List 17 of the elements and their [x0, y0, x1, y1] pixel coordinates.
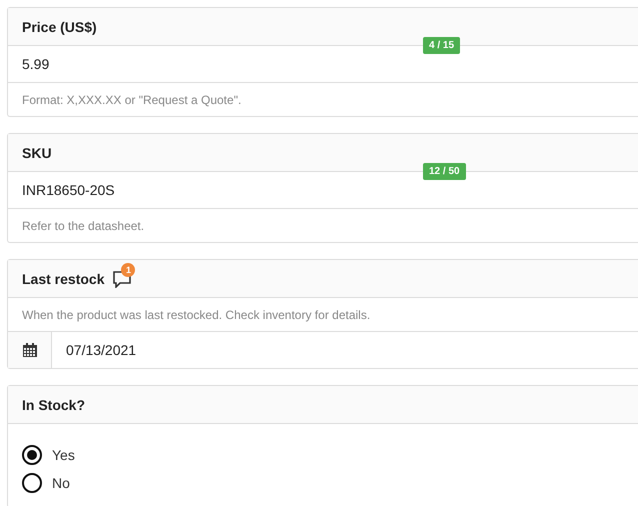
- character-counter: 4 / 15: [423, 37, 460, 54]
- calendar-icon: [22, 343, 36, 357]
- help-text: When the product was last restocked. Check inventory for details.: [8, 298, 638, 332]
- field-label: SKU: [22, 144, 52, 160]
- field-label: Price (US$): [22, 18, 97, 34]
- date-field[interactable]: 07/13/2021: [8, 332, 638, 368]
- help-text: Refer to the datasheet.: [21, 218, 146, 234]
- character-counter: 12 / 50: [423, 163, 466, 180]
- date-value: 07/13/2021: [65, 341, 136, 360]
- field-label: Last restock: [22, 270, 104, 286]
- option-label: No: [52, 475, 70, 491]
- comment-count: 1: [121, 262, 136, 276]
- field-label: In Stock?: [22, 396, 86, 412]
- radio-button[interactable]: [22, 473, 42, 493]
- help-text: Format: X,XXX.XX or "Request a Quote".: [21, 92, 242, 108]
- option-label: Yes: [52, 447, 75, 463]
- radio-button[interactable]: [22, 445, 42, 465]
